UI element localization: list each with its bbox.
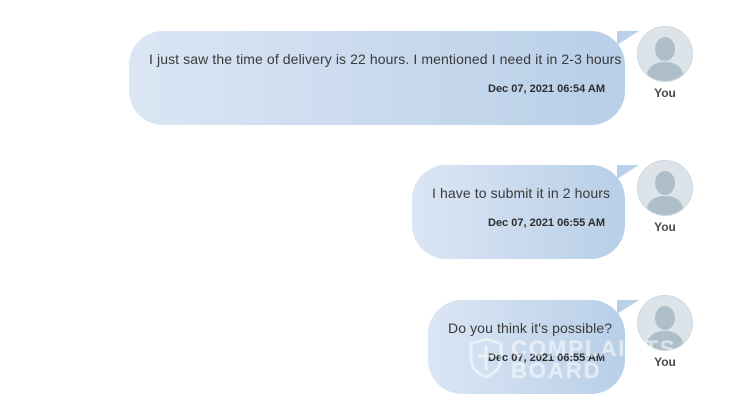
message-timestamp: Dec 07, 2021 06:55 AM [488, 217, 605, 229]
avatar [637, 295, 693, 351]
message-text: Do you think it's possible? [448, 320, 613, 336]
chat-thread: I just saw the time of delivery is 22 ho… [0, 0, 731, 402]
message-text: I have to submit it in 2 hours [432, 185, 611, 201]
message-bubble: I have to submit it in 2 hours Dec 07, 2… [412, 165, 639, 259]
user-silhouette-icon [646, 306, 684, 350]
message-timestamp: Dec 07, 2021 06:55 AM [488, 352, 605, 364]
avatar [637, 26, 693, 82]
sender-block: You [637, 160, 693, 234]
message-timestamp: Dec 07, 2021 06:54 AM [488, 83, 605, 95]
sender-name: You [654, 355, 676, 369]
sender-name: You [654, 220, 676, 234]
avatar [637, 160, 693, 216]
message-text: I just saw the time of delivery is 22 ho… [149, 51, 622, 67]
message-bubble: Do you think it's possible? Dec 07, 2021… [428, 300, 639, 394]
sender-name: You [654, 86, 676, 100]
user-silhouette-icon [646, 171, 684, 215]
sender-block: You [637, 26, 693, 100]
sender-block: You [637, 295, 693, 369]
user-silhouette-icon [646, 37, 684, 81]
message-bubble: I just saw the time of delivery is 22 ho… [129, 31, 639, 125]
